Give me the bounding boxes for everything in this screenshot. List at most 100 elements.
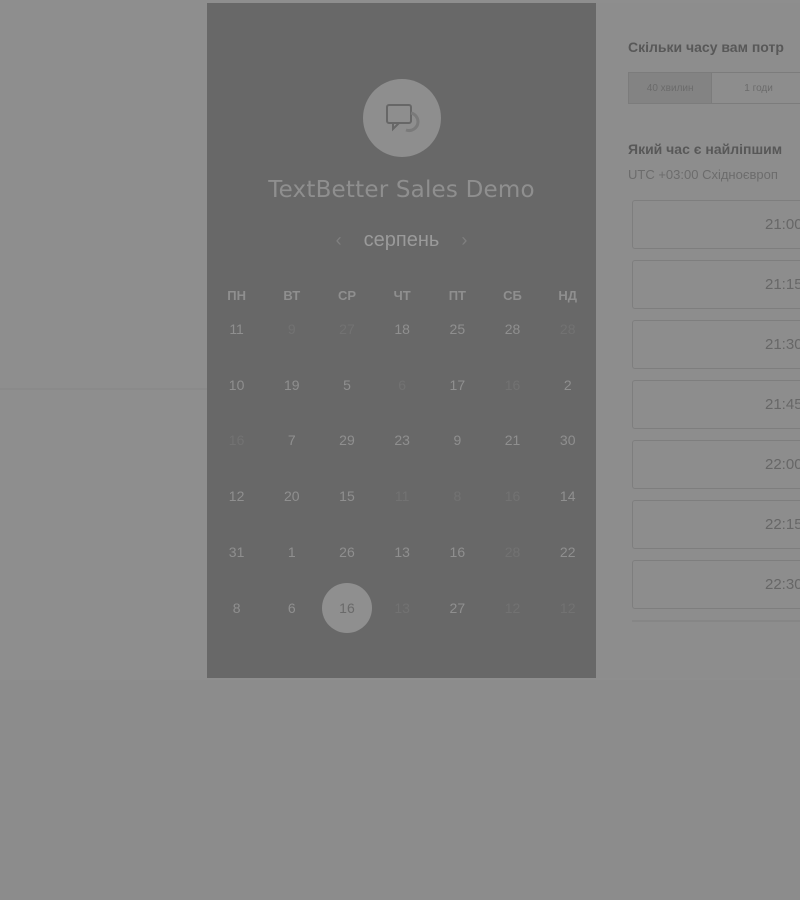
time-slot-button[interactable]: 21:15: [632, 260, 800, 309]
calendar-week: 10 19 5 6 17 16 2: [209, 357, 596, 413]
calendar-day-label: 31: [228, 544, 245, 561]
calendar-day[interactable]: 28: [485, 301, 540, 357]
calendar-day[interactable]: 11: [209, 301, 264, 357]
calendar-day[interactable]: 23: [375, 413, 430, 469]
time-slot-label: 22:00: [765, 456, 800, 473]
calendar-day[interactable]: 21: [485, 413, 540, 469]
calendar-day-label: 11: [229, 320, 244, 337]
calendar-day-label: 17: [449, 376, 466, 393]
calendar-day: 13: [375, 580, 430, 636]
calendar-day-label: 12: [504, 599, 521, 616]
calendar-day[interactable]: 12: [209, 468, 264, 524]
calendar-day: 16: [209, 413, 264, 469]
booking-panel: Скільки часу вам потр 40 хвилин 1 годи Я…: [596, 3, 800, 678]
calendar-day[interactable]: 30: [540, 413, 595, 469]
calendar-day[interactable]: 22: [540, 524, 595, 580]
calendar-day-label: 13: [394, 599, 410, 616]
calendar-day[interactable]: 2: [540, 357, 595, 413]
calendar-day-selected[interactable]: 16: [319, 580, 374, 636]
calendar-day: 28: [540, 301, 595, 357]
background-divider: [0, 388, 208, 390]
time-slot-label: 21:15: [765, 276, 800, 293]
calendar-day: 6: [375, 357, 430, 413]
calendar-day-label: 16: [449, 544, 466, 561]
calendar-day[interactable]: 13: [375, 524, 430, 580]
calendar-day[interactable]: 18: [375, 301, 430, 357]
calendar-day: 28: [485, 524, 540, 580]
calendar-day[interactable]: 25: [430, 301, 485, 357]
calendar-day-label: 21: [504, 432, 521, 449]
chat-bubble-icon: [386, 104, 420, 132]
calendar-day-label: 20: [283, 488, 300, 505]
calendar-day[interactable]: 20: [264, 468, 319, 524]
calendar-day[interactable]: 27: [430, 580, 485, 636]
time-slot-button[interactable]: 21:45: [632, 380, 800, 429]
duration-option-1hour[interactable]: 1 годи: [712, 72, 800, 104]
calendar-day-label: 7: [287, 432, 296, 449]
month-label: серпень: [363, 228, 440, 251]
chevron-left-icon[interactable]: ‹: [332, 230, 346, 251]
time-slot-button[interactable]: 22:30: [632, 560, 800, 609]
calendar-day-label: 6: [398, 376, 407, 393]
calendar-day: 9: [264, 301, 319, 357]
calendar-day[interactable]: 19: [264, 357, 319, 413]
calendar-day: 12: [540, 580, 595, 636]
calendar-day[interactable]: 14: [540, 468, 595, 524]
calendar-day-label: 28: [559, 320, 576, 337]
calendar-day-label: 18: [394, 320, 410, 337]
calendar-day[interactable]: 9: [430, 413, 485, 469]
time-slot-button[interactable]: 22:15: [632, 500, 800, 549]
calendar-week: 31 1 26 13 16 28 22: [209, 524, 596, 580]
calendar-day-label: 27: [449, 599, 466, 616]
calendar-day-label: 19: [283, 376, 300, 393]
timezone-label[interactable]: UTC +03:00 Східноєвроп: [628, 167, 778, 182]
calendar-day-label: 28: [504, 544, 521, 561]
month-navigation: ‹ серпень ›: [207, 225, 596, 255]
calendar-day[interactable]: 6: [264, 580, 319, 636]
calendar-day[interactable]: 26: [319, 524, 374, 580]
calendar-day[interactable]: 17: [430, 357, 485, 413]
calendar-day[interactable]: 1: [264, 524, 319, 580]
calendar-day[interactable]: 29: [319, 413, 374, 469]
calendar-day-label: 9: [453, 432, 462, 449]
calendar-day-label: 12: [559, 599, 576, 616]
calendar-day-label: 8: [232, 599, 241, 616]
event-title: TextBetter Sales Demo: [268, 177, 535, 203]
calendar-day: 11: [375, 468, 430, 524]
calendar-day[interactable]: 31: [209, 524, 264, 580]
calendar-day-label: 5: [343, 376, 351, 393]
calendar-grid: 11 9 27 18 25 28 28 10 19 5 6 17 16 2 16 7 29 23 9 21 30 12 20…: [209, 301, 596, 636]
calendar-day-label: 16: [339, 599, 355, 616]
calendar-week: 11 9 27 18 25 28 28: [209, 301, 596, 357]
calendar-week: 16 7 29 23 9 21 30: [209, 413, 596, 469]
duration-question: Скільки часу вам потр: [628, 39, 784, 55]
chevron-right-icon[interactable]: ›: [457, 230, 471, 251]
calendar-day[interactable]: 5: [319, 357, 374, 413]
time-slot-label: 21:00: [765, 216, 800, 233]
calendar-week: 8 6 16 13 27 12 12: [209, 580, 596, 636]
time-slot-label: 22:30: [765, 576, 800, 593]
calendar-day[interactable]: 16: [430, 524, 485, 580]
time-slot-button[interactable]: 21:30: [632, 320, 800, 369]
duration-option-40min[interactable]: 40 хвилин: [628, 72, 713, 104]
calendar-panel: TextBetter Sales Demo ‹ серпень › ПН ВТ …: [207, 3, 596, 678]
calendar-day-label: 11: [394, 488, 410, 505]
calendar-day-label: 22: [559, 544, 576, 561]
calendar-day[interactable]: 8: [209, 580, 264, 636]
calendar-day-label: 27: [339, 320, 355, 337]
calendar-day: 16: [485, 357, 540, 413]
time-slot-button[interactable]: 22:00: [632, 440, 800, 489]
duration-selector: 40 хвилин 1 годи: [628, 72, 800, 104]
calendar-day: 16: [485, 468, 540, 524]
calendar-day[interactable]: 15: [319, 468, 374, 524]
time-slot-button[interactable]: 21:00: [632, 200, 800, 249]
calendar-day-label: 6: [287, 599, 296, 616]
calendar-day-label: 13: [394, 544, 410, 561]
calendar-day[interactable]: 7: [264, 413, 319, 469]
calendar-day-label: 23: [394, 432, 410, 449]
calendar-day[interactable]: 10: [209, 357, 264, 413]
calendar-day-label: 12: [228, 488, 245, 505]
time-slot-label: 22:15: [765, 516, 800, 533]
calendar-day-label: 1: [287, 544, 296, 561]
calendar-day-label: 25: [449, 320, 466, 337]
